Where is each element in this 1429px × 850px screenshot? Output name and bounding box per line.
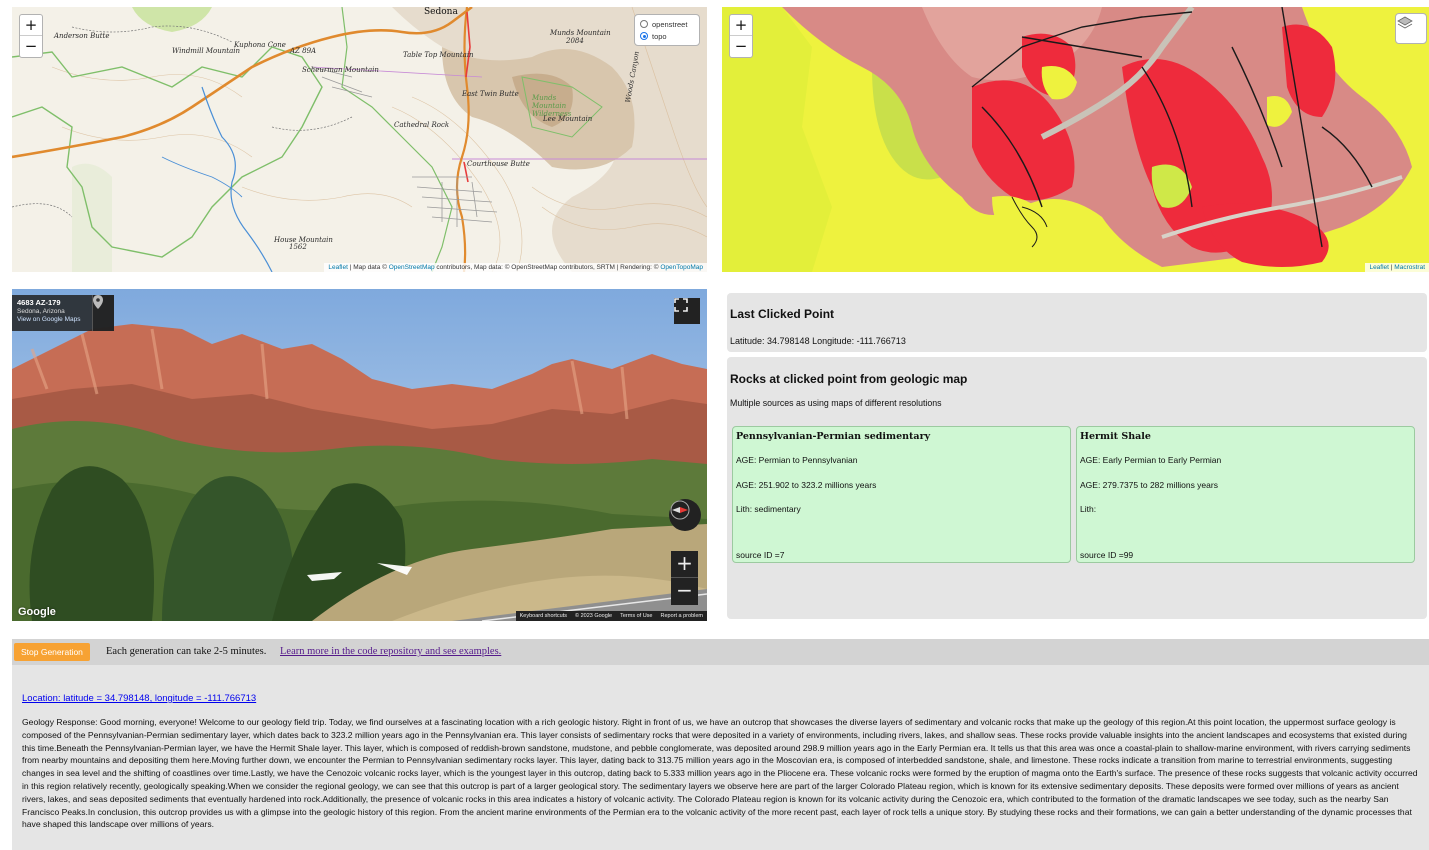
terms-of-use-link[interactable]: Terms of Use: [620, 613, 652, 619]
place-elevation: 1562: [289, 243, 307, 251]
place-label: Kuphona Cone: [234, 41, 286, 49]
rock-age-names: AGE: Early Permian to Early Permian: [1080, 455, 1222, 465]
place-label: Munds Mountain: [550, 29, 611, 37]
copyright-text: © 2023 Google: [575, 613, 613, 619]
rocks-panel: Rocks at clicked point from geologic map…: [727, 357, 1427, 619]
radio-topo[interactable]: [640, 32, 648, 40]
last-clicked-panel: Last Clicked Point Latitude: 34.798148 L…: [727, 293, 1427, 352]
layer-option-openstreet[interactable]: openstreet: [640, 18, 694, 30]
google-logo: Google: [18, 606, 56, 618]
rocks-heading: Rocks at clicked point from geologic map: [730, 372, 968, 386]
place-label-sedona: Sedona: [424, 7, 458, 17]
leaflet-link[interactable]: Leaflet: [328, 264, 348, 271]
place-label: Windmill Mountain: [172, 47, 241, 55]
place-label: Anderson Butte: [54, 32, 110, 40]
fullscreen-icon-graphic: [674, 298, 688, 312]
layer-option-label: topo: [652, 31, 667, 41]
rock-source-id: source ID =7: [736, 550, 785, 560]
osm-link[interactable]: OpenStreetMap: [389, 264, 435, 271]
street-view-zoom-control: + −: [671, 551, 698, 605]
macrostrat-link[interactable]: Macrostrat: [1394, 264, 1425, 271]
rock-lith: Lith:: [1080, 504, 1097, 514]
street-view-footer: Keyboard shortcuts © 2023 Google Terms o…: [515, 611, 707, 621]
rock-name: Pennsylvanian-Permian sedimentary: [736, 431, 931, 442]
compass-icon-graphic: [670, 500, 690, 520]
rock-age-years: AGE: 251.902 to 323.2 millions years: [736, 480, 877, 490]
zoom-out-button[interactable]: −: [20, 36, 42, 57]
radio-openstreet[interactable]: [640, 20, 648, 28]
rock-name: Hermit Shale: [1080, 431, 1151, 442]
layers-icon[interactable]: [1395, 13, 1427, 44]
last-clicked-heading: Last Clicked Point: [730, 307, 835, 321]
stop-generation-button[interactable]: Stop Generation: [14, 643, 90, 661]
place-label: Table Top Mountain: [403, 51, 474, 59]
fullscreen-icon[interactable]: [674, 298, 700, 324]
leaflet-link[interactable]: Leaflet: [1369, 264, 1389, 271]
topo-zoom-control: + −: [19, 14, 43, 58]
zoom-in-button[interactable]: +: [730, 15, 752, 36]
geologic-map[interactable]: + − Leaflet | Macrostrat: [722, 7, 1429, 272]
geology-response-panel: Location: latitude = 34.798148, longitud…: [12, 665, 1429, 850]
learn-more-link[interactable]: Learn more in the code repository and se…: [280, 646, 501, 657]
zoom-out-button[interactable]: −: [730, 36, 752, 57]
compass-icon[interactable]: [669, 499, 701, 531]
generation-time-note: Each generation can take 2-5 minutes.: [106, 646, 267, 657]
base-layer-control: openstreet topo: [634, 14, 700, 46]
map-pin-icon-graphic: [93, 295, 103, 309]
zoom-in-button[interactable]: +: [20, 15, 42, 36]
geologic-map-tiles: [722, 7, 1429, 272]
map-pin-icon[interactable]: [92, 295, 114, 331]
rock-card: Hermit Shale AGE: Early Permian to Early…: [1076, 426, 1415, 563]
rock-source-id: source ID =99: [1080, 550, 1134, 560]
layer-option-topo[interactable]: topo: [640, 30, 694, 42]
street-view-image: [12, 289, 707, 621]
topo-map-tiles: [12, 7, 707, 272]
place-label: Cathedral Rock: [394, 121, 450, 129]
topo-attribution: Leaflet | Map data © OpenStreetMap contr…: [324, 263, 707, 272]
opentopomap-link[interactable]: OpenTopoMap: [660, 264, 703, 271]
place-label: East Twin Butte: [462, 90, 519, 98]
attribution-text: | Map data ©: [347, 264, 389, 271]
rock-lith: Lith: sedimentary: [736, 504, 801, 514]
location-link[interactable]: Location: latitude = 34.798148, longitud…: [22, 693, 1419, 704]
zoom-in-button[interactable]: +: [671, 551, 698, 578]
topo-map[interactable]: Anderson Butte Windmill Mountain Sedona …: [12, 7, 707, 272]
geology-response-text: Geology Response: Good morning, everyone…: [22, 717, 1418, 830]
place-label: Courthouse Butte: [467, 160, 530, 168]
last-clicked-coords: Latitude: 34.798148 Longitude: -111.7667…: [730, 336, 906, 346]
geo-attribution: Leaflet | Macrostrat: [1365, 263, 1429, 272]
rock-card: Pennsylvanian-Permian sedimentary AGE: P…: [732, 426, 1071, 563]
place-label: Lee Mountain: [543, 115, 593, 123]
attribution-text: contributors, Map data: © OpenStreetMap …: [434, 264, 661, 271]
rock-age-years: AGE: 279.7375 to 282 millions years: [1080, 480, 1218, 490]
place-label: Scheurman Mountain: [302, 66, 379, 74]
generation-toolbar: Stop Generation Each generation can take…: [12, 639, 1429, 665]
report-problem-link[interactable]: Report a problem: [661, 613, 704, 619]
place-elevation: 2084: [566, 37, 584, 45]
rock-age-names: AGE: Permian to Pennsylvanian: [736, 455, 858, 465]
rocks-subtitle: Multiple sources as using maps of differ…: [730, 398, 942, 408]
street-view-panorama[interactable]: 4683 AZ-179 Sedona, Arizona View on Goog…: [12, 289, 707, 621]
layer-option-label: openstreet: [652, 19, 688, 29]
highway-label: AZ 89A: [290, 47, 317, 55]
zoom-out-button[interactable]: −: [671, 578, 698, 605]
layers-icon-graphic: [1397, 16, 1413, 29]
keyboard-shortcuts-link[interactable]: Keyboard shortcuts: [520, 613, 567, 619]
geo-zoom-control: + −: [729, 14, 753, 58]
